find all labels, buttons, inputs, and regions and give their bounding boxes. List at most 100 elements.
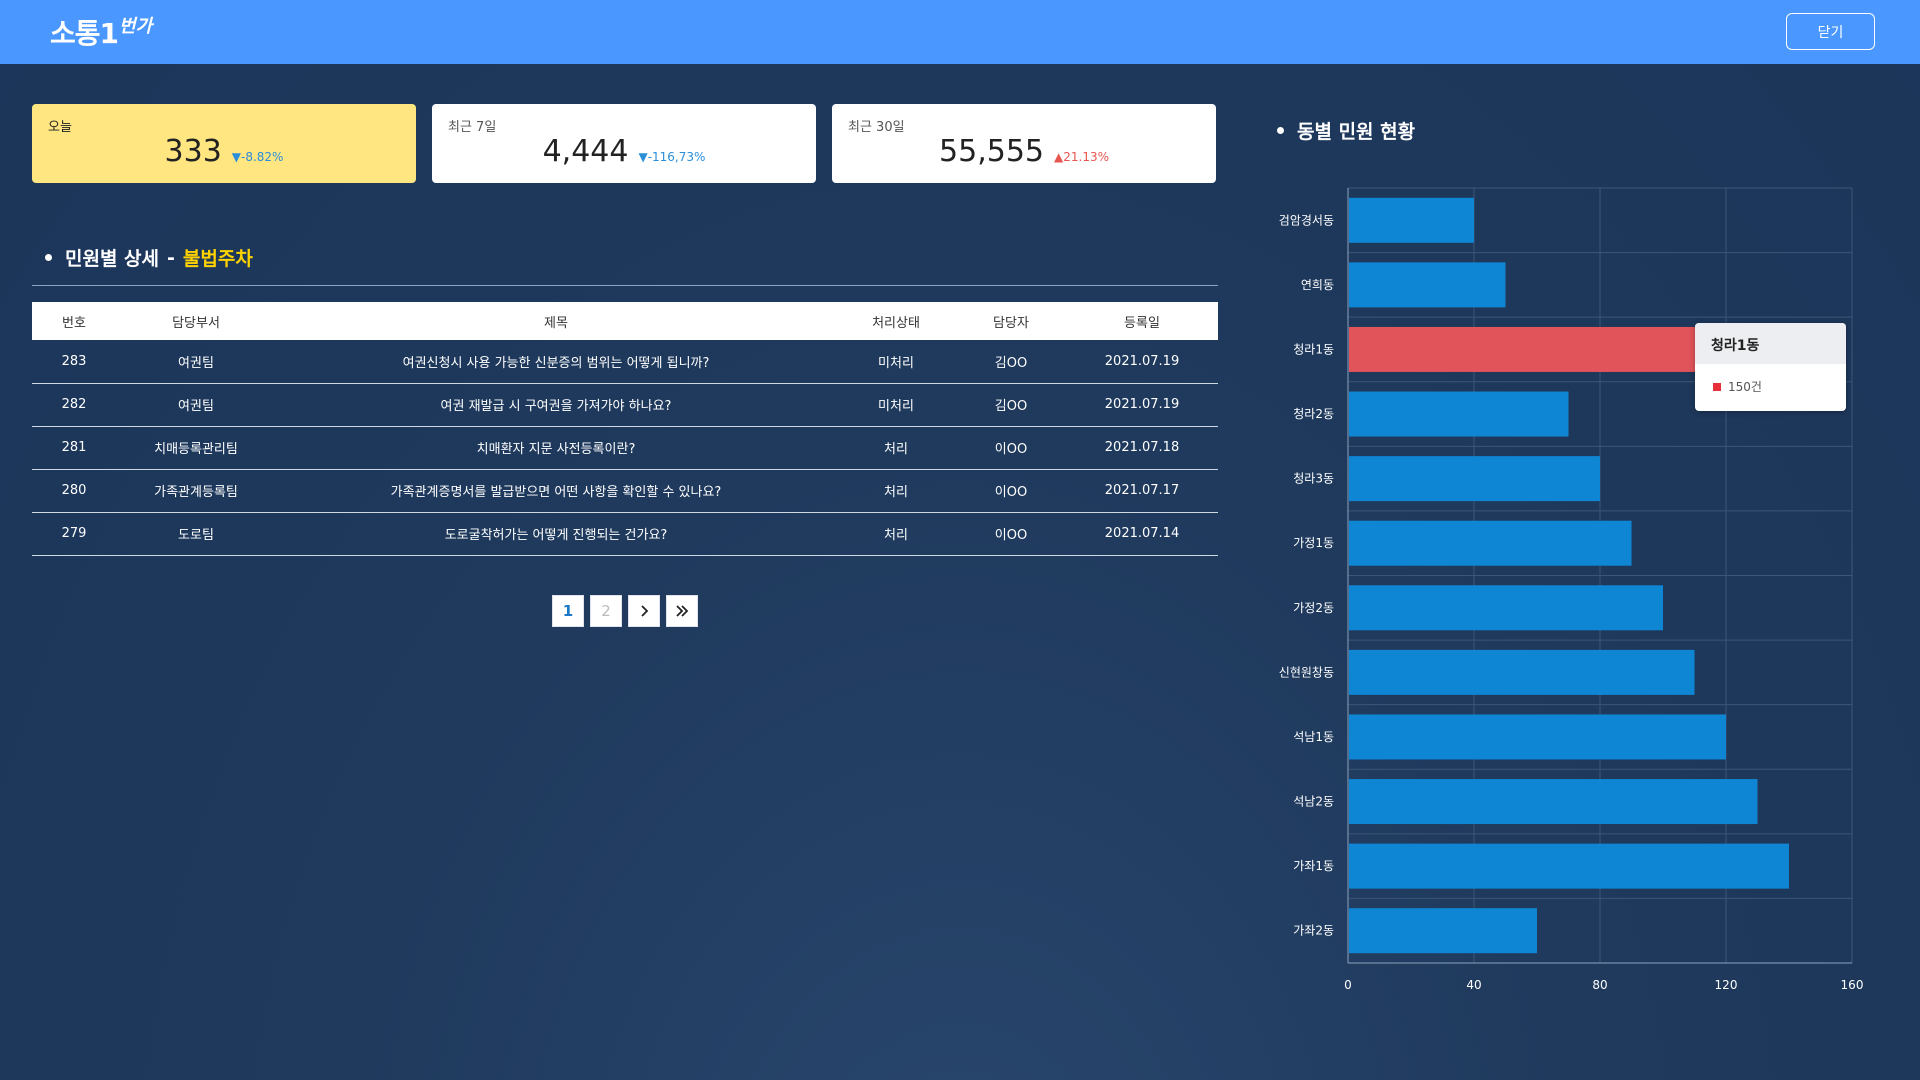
cell-department: 여권팀 bbox=[178, 355, 214, 371]
category-label: 검암경서동 bbox=[1279, 213, 1334, 227]
cell-date: 2021.07.14 bbox=[1104, 526, 1180, 541]
cell-assignee: 이OO bbox=[994, 442, 1028, 457]
last-page-button[interactable] bbox=[666, 595, 698, 627]
category-label: 가정2동 bbox=[1293, 601, 1334, 615]
table-header-row: 번호 담당부서 제목 처리상태 담당자 등록일 bbox=[32, 302, 1218, 340]
x-tick-label: 40 bbox=[1466, 978, 1481, 992]
today-card: 오늘 333 ▼-8.82% bbox=[32, 104, 416, 183]
tooltip-body: 150건 bbox=[1695, 364, 1846, 409]
next-page-button[interactable] bbox=[628, 595, 660, 627]
cell-status: 미처리 bbox=[878, 399, 914, 414]
table-row[interactable]: 281 치매등록관리팀 치매환자 지문 사전등록이란? 처리 이OO 2021.… bbox=[32, 426, 1218, 469]
bar bbox=[1349, 197, 1474, 243]
double-chevron-right-icon bbox=[676, 605, 689, 617]
cell-date: 2021.07.19 bbox=[1104, 397, 1180, 412]
close-button[interactable]: 닫기 bbox=[1786, 13, 1875, 50]
bar bbox=[1349, 779, 1758, 825]
cell-subject[interactable]: 치매환자 지문 사전등록이란? bbox=[276, 426, 836, 469]
cell-subject[interactable]: 여권신청시 사용 가능한 신분증의 범위는 어떻게 됩니까? bbox=[276, 340, 836, 383]
column-header: 제목 bbox=[544, 315, 568, 331]
top-bar: 소통1 번가 닫기 bbox=[0, 0, 1920, 64]
table-row[interactable]: 279 도로팀 도로굴착허가는 어떻게 진행되는 건가요? 처리 이OO 202… bbox=[32, 512, 1218, 555]
cell-department: 여권팀 bbox=[178, 399, 214, 414]
column-header: 담당부서 bbox=[172, 315, 220, 331]
title-separator: - bbox=[167, 246, 175, 269]
column-header: 담당자 bbox=[993, 315, 1029, 331]
section-title-text: 민원별 상세 bbox=[65, 248, 160, 270]
category-label: 가정1동 bbox=[1293, 536, 1334, 550]
legend-swatch-icon bbox=[1713, 382, 1721, 391]
cell-department: 가족관계등록팀 bbox=[154, 485, 238, 500]
list-section-title: 민원별 상세 - 불법주차 bbox=[45, 244, 253, 271]
table-row[interactable]: 283 여권팀 여권신청시 사용 가능한 신분증의 범위는 어떻게 됩니까? 미… bbox=[32, 340, 1218, 383]
cell-assignee: 이OO bbox=[994, 528, 1028, 543]
x-tick-label: 0 bbox=[1344, 978, 1352, 992]
cell-assignee: 이OO bbox=[994, 485, 1028, 500]
card-label: 최근 7일 bbox=[448, 120, 497, 135]
category-label: 신현원창동 bbox=[1279, 665, 1334, 679]
bar bbox=[1349, 843, 1789, 889]
cell-status: 처리 bbox=[884, 528, 908, 543]
table-row[interactable]: 280 가족관계등록팀 가족관계증명서를 발급받으면 어떤 사항을 확인할 수 … bbox=[32, 469, 1218, 512]
card-value-row: 4,444 ▼-116,73% bbox=[432, 134, 816, 169]
column-header: 등록일 bbox=[1124, 315, 1160, 331]
tooltip-value: 150건 bbox=[1728, 380, 1762, 394]
column-header: 처리상태 bbox=[872, 315, 920, 331]
x-tick-label: 80 bbox=[1592, 978, 1607, 992]
chart-tooltip: 청라1동 150건 bbox=[1695, 323, 1846, 411]
cell-assignee: 김OO bbox=[994, 355, 1028, 371]
bar bbox=[1349, 649, 1695, 695]
cell-number: 283 bbox=[61, 353, 87, 369]
cell-date: 2021.07.17 bbox=[1104, 483, 1180, 498]
cell-subject[interactable]: 여권 재발급 시 구여권을 가져가야 하나요? bbox=[276, 383, 836, 426]
card-value-row: 333 ▼-8.82% bbox=[32, 134, 416, 169]
card-count: 333 bbox=[164, 134, 222, 169]
page-button-1[interactable]: 1 bbox=[552, 595, 584, 627]
logo-sup-text: 번가 bbox=[119, 16, 153, 37]
bar bbox=[1349, 262, 1506, 308]
last-7-days-card: 최근 7일 4,444 ▼-116,73% bbox=[432, 104, 816, 183]
cell-department: 도로팀 bbox=[178, 528, 214, 543]
divider bbox=[32, 285, 1218, 286]
bar bbox=[1349, 714, 1726, 760]
cell-subject[interactable]: 도로굴착허가는 어떻게 진행되는 건가요? bbox=[276, 512, 836, 555]
chevron-right-icon bbox=[641, 605, 649, 617]
cell-number: 281 bbox=[61, 440, 87, 455]
cell-subject[interactable]: 가족관계증명서를 발급받으면 어떤 사항을 확인할 수 있나요? bbox=[276, 469, 836, 512]
cell-date: 2021.07.18 bbox=[1104, 440, 1180, 455]
cell-status: 미처리 bbox=[878, 355, 914, 371]
category-label: 가좌1동 bbox=[1293, 859, 1334, 873]
cell-number: 279 bbox=[61, 526, 87, 541]
cell-assignee: 김OO bbox=[994, 399, 1028, 414]
category-label: 청라1동 bbox=[1293, 342, 1334, 356]
cell-date: 2021.07.19 bbox=[1104, 353, 1180, 369]
cell-department: 치매등록관리팀 bbox=[154, 442, 238, 457]
card-label: 최근 30일 bbox=[848, 120, 905, 135]
column-header: 번호 bbox=[62, 315, 86, 331]
tooltip-title: 청라1동 bbox=[1695, 323, 1846, 364]
app-logo[interactable]: 소통1 번가 bbox=[50, 14, 152, 54]
table-row[interactable]: 282 여권팀 여권 재발급 시 구여권을 가져가야 하나요? 미처리 김OO … bbox=[32, 383, 1218, 426]
cell-status: 처리 bbox=[884, 485, 908, 500]
category-name: 불법주차 bbox=[182, 248, 253, 270]
page-button-2[interactable]: 2 bbox=[590, 595, 622, 627]
card-value-row: 55,555 ▲21.13% bbox=[832, 134, 1216, 169]
card-label: 오늘 bbox=[48, 120, 72, 135]
bullet-icon bbox=[1277, 127, 1284, 134]
bar bbox=[1349, 585, 1663, 631]
complaint-table: 번호 담당부서 제목 처리상태 담당자 등록일 283 여권팀 여권신청시 사용… bbox=[32, 302, 1218, 556]
x-tick-label: 120 bbox=[1715, 978, 1738, 992]
bar bbox=[1349, 456, 1600, 502]
card-delta: ▲21.13% bbox=[1054, 150, 1109, 164]
category-label: 석남2동 bbox=[1293, 795, 1334, 809]
card-delta: ▼-8.82% bbox=[231, 150, 284, 164]
x-tick-label: 160 bbox=[1841, 978, 1864, 992]
bar bbox=[1349, 908, 1537, 954]
bullet-icon bbox=[45, 254, 52, 261]
category-label: 청라2동 bbox=[1293, 407, 1334, 421]
category-label: 석남1동 bbox=[1293, 730, 1334, 744]
card-count: 4,444 bbox=[542, 134, 629, 169]
category-label: 연희동 bbox=[1301, 278, 1334, 292]
pagination: 1 2 bbox=[552, 595, 704, 627]
last-30-days-card: 최근 30일 55,555 ▲21.13% bbox=[832, 104, 1216, 183]
